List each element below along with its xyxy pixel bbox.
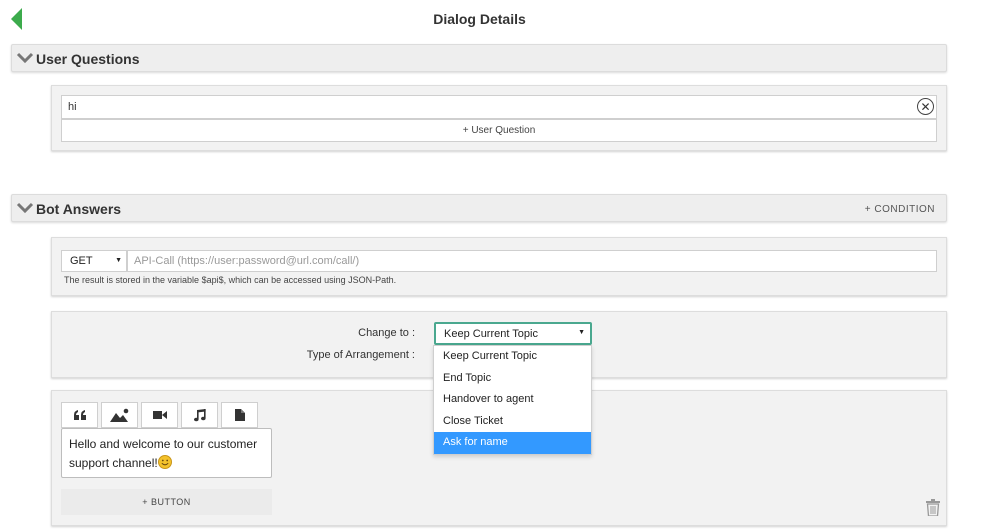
dropdown-option-close-ticket[interactable]: Close Ticket: [434, 411, 591, 433]
tab-video[interactable]: [141, 402, 178, 428]
dropdown-option-handover-to-agent[interactable]: Handover to agent: [434, 389, 591, 411]
quote-icon: [73, 410, 86, 420]
message-text-box[interactable]: Hello and welcome to our customer suppor…: [61, 428, 272, 478]
tab-text[interactable]: [61, 402, 98, 428]
http-method-select[interactable]: GET ▼: [61, 250, 127, 272]
bot-answers-header[interactable]: Bot Answers + CONDITION: [11, 194, 947, 222]
tab-file[interactable]: [221, 402, 258, 428]
topic-dropdown-list: Keep Current Topic End Topic Handover to…: [433, 345, 592, 455]
dropdown-option-end-topic[interactable]: End Topic: [434, 368, 591, 390]
chevron-down-icon[interactable]: [16, 52, 34, 64]
caret-down-icon: ▼: [115, 257, 122, 264]
close-icon[interactable]: ✕: [917, 98, 934, 115]
caret-down-icon: ▼: [578, 329, 585, 336]
bot-answers-title: Bot Answers: [36, 201, 122, 217]
user-questions-title: User Questions: [36, 51, 140, 67]
music-note-icon: [193, 408, 206, 421]
user-questions-header[interactable]: User Questions: [11, 44, 947, 72]
user-questions-panel: hi ✕ + User Question: [51, 85, 947, 151]
smile-emoji-icon: [157, 455, 172, 469]
add-button-button[interactable]: + BUTTON: [61, 489, 272, 515]
video-camera-icon: [152, 411, 167, 419]
add-user-question-button[interactable]: + User Question: [61, 119, 937, 142]
add-condition-button[interactable]: + CONDITION: [865, 204, 935, 215]
tab-image[interactable]: [101, 402, 138, 428]
api-call-input[interactable]: API-Call (https://user:password@url.com/…: [127, 250, 937, 272]
topic-select-value: Keep Current Topic: [444, 328, 538, 340]
http-method-value: GET: [70, 255, 93, 267]
topic-select[interactable]: Keep Current Topic ▼: [434, 322, 592, 345]
change-to-label: Change to :: [358, 327, 415, 339]
api-result-note: The result is stored in the variable $ap…: [64, 275, 397, 285]
trash-icon[interactable]: [926, 499, 940, 516]
image-icon: [109, 408, 128, 422]
file-icon: [234, 409, 245, 421]
arrangement-type-label: Type of Arrangement :: [306, 349, 415, 361]
api-panel: GET ▼ API-Call (https://user:password@ur…: [51, 237, 947, 296]
dropdown-option-ask-for-name[interactable]: Ask for name: [434, 432, 591, 454]
page-title: Dialog Details: [433, 11, 526, 27]
user-question-input[interactable]: hi: [61, 95, 937, 119]
dropdown-option-keep-current-topic[interactable]: Keep Current Topic: [434, 346, 591, 368]
chevron-down-icon[interactable]: [16, 202, 34, 214]
tab-audio[interactable]: [181, 402, 218, 428]
